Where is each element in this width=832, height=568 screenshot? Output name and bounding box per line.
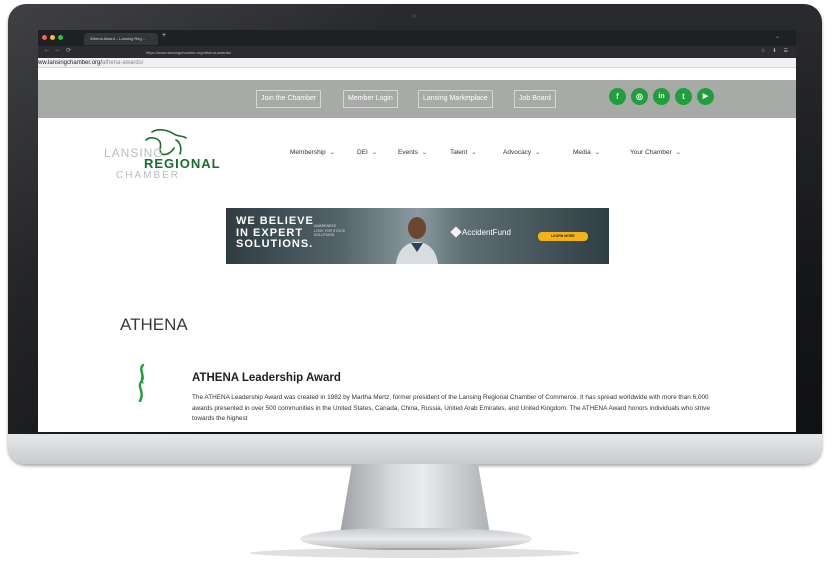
forward-arrow-icon[interactable]: → [54,47,60,53]
back-arrow-icon[interactable]: ← [44,47,50,53]
twitter-icon[interactable]: t [675,88,692,105]
lansing-marketplace-link[interactable]: Lansing Marketplace [418,90,493,108]
logo-line-3: CHAMBER [116,170,181,181]
ad-banner[interactable]: WE BELIEVE IN EXPERT SOLUTIONS. AWARENES… [226,208,609,264]
nav-item-label: Membership [290,149,326,156]
bookmark-star-icon[interactable]: ☆ [761,48,765,54]
browser-tab[interactable]: Athena Award – Lansing Reg... [84,33,158,45]
learn-more-button[interactable]: LEARN MORE [538,232,588,241]
nav-item-media[interactable]: Media ⌄ [573,149,600,156]
menu-icon[interactable]: ☰ [784,48,788,54]
tab-list-chevron-icon[interactable]: ⌄ [775,33,780,40]
ad-headline: WE BELIEVE IN EXPERT SOLUTIONS. [236,215,314,251]
ad-headline-line: WE BELIEVE [236,215,314,227]
nav-item-talent[interactable]: Talent ⌄ [450,149,476,156]
facebook-icon[interactable]: f [609,88,626,105]
ad-person-image [396,217,438,264]
nav-item-label: Talent [450,149,468,156]
chamber-logo[interactable]: LANSING REGIONAL CHAMBER [98,126,238,182]
instagram-icon[interactable]: ◎ [631,88,648,105]
chevron-down-icon: ⌄ [329,150,335,156]
chevron-down-icon: ⌄ [675,150,681,156]
url-caption: ww.lansingchamber.org/athena-awards/ [38,58,796,68]
close-window-button[interactable] [42,35,47,40]
stand-shadow [250,548,580,558]
nav-item-membership[interactable]: Membership ⌄ [290,149,335,156]
ad-headline-line: SOLUTIONS. [236,238,314,250]
screen: Athena Award – Lansing Reg... + ⌄ ← → ⟳ … [38,30,796,432]
nav-item-label: Your Chamber [630,149,672,156]
window-controls [42,35,63,40]
minimize-window-button[interactable] [50,35,55,40]
new-tab-button[interactable]: + [162,32,166,39]
nav-item-label: Events [398,149,418,156]
job-board-link[interactable]: Job Board [514,90,556,108]
maximize-window-button[interactable] [58,35,63,40]
monitor-chin [8,434,822,464]
page-title: ATHENA [120,315,188,334]
download-icon[interactable]: ⬇ [772,48,776,54]
youtube-icon[interactable]: ▶ [697,88,714,105]
browser-tab-bar: Athena Award – Lansing Reg... + ⌄ [38,30,796,46]
nav-item-advocacy[interactable]: Advocacy ⌄ [503,149,540,156]
chevron-down-icon: ⌄ [471,150,477,156]
reload-icon[interactable]: ⟳ [66,47,71,54]
monitor-scene: Athena Award – Lansing Reg... + ⌄ ← → ⟳ … [0,0,832,568]
monitor-stand-neck [340,464,490,534]
main-nav: Membership ⌄ DEI ⌄ Events ⌄ Talent ⌄ Advocac… [290,149,790,161]
linkedin-icon[interactable]: in [653,88,670,105]
nav-item-label: DEI [357,149,368,156]
award-heading: ATHENA Leadership Award [192,372,341,384]
monitor-stand-base [300,528,532,550]
nav-item-your-chamber[interactable]: Your Chamber ⌄ [630,149,681,156]
logo-line-2: REGIONAL [144,156,221,171]
camera-icon [412,14,416,18]
award-description: The ATHENA Leadership Award was created … [192,394,710,422]
nav-item-events[interactable]: Events ⌄ [398,149,427,156]
site-top-bar: Join the Chamber Member Login Lansing Ma… [38,80,796,118]
url-domain: ww.lansingchamber.org/ [38,60,103,66]
chevron-down-icon: ⌄ [421,150,427,156]
member-login-link[interactable]: Member Login [343,90,398,108]
nav-item-label: Advocacy [503,149,532,156]
athena-logo-icon [138,364,145,402]
chevron-down-icon: ⌄ [535,150,541,156]
ad-brand: AccidentFund [462,228,511,237]
browser-toolbar: ☆ ⬇ ☰ [761,48,788,54]
address-input[interactable]: https://www.lansingchamber.org/athena-aw… [146,49,666,56]
nav-item-label: Media [573,149,591,156]
browser-address-bar: ← → ⟳ https://www.lansingchamber.org/ath… [38,46,796,58]
url-path: athena-awards/ [102,60,144,66]
chevron-down-icon: ⌄ [594,150,600,156]
chevron-down-icon: ⌄ [371,150,377,156]
join-chamber-link[interactable]: Join the Chamber [256,90,322,108]
ad-subtext: AWARENESS LOOK FOR STOCK SOLUTIONS [314,224,345,238]
nav-item-dei[interactable]: DEI ⌄ [357,149,377,156]
ad-subtext-line: SOLUTIONS [314,233,335,237]
